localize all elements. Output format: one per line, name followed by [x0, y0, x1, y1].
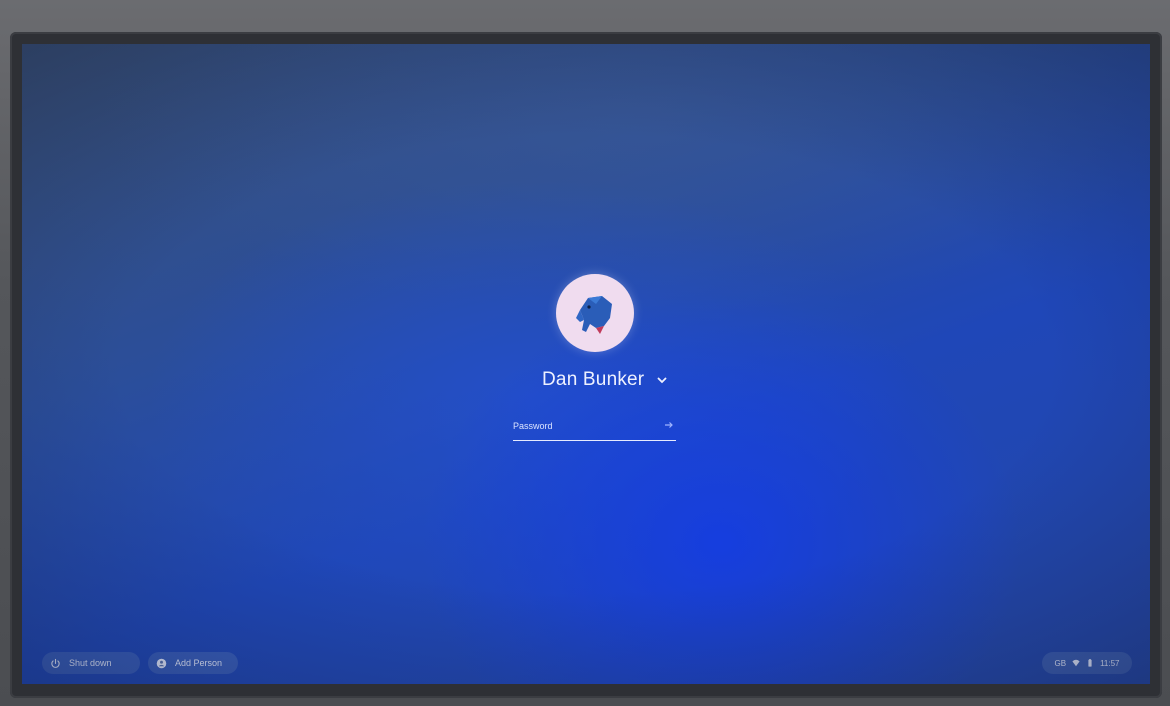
login-panel: Dan Bunker	[22, 44, 1150, 684]
keyboard-layout: GB	[1054, 658, 1067, 668]
power-icon	[51, 658, 60, 668]
shutdown-button[interactable]: Shut down	[42, 652, 140, 674]
password-field[interactable]	[513, 414, 676, 441]
status-tray[interactable]: GB 11:57	[1042, 652, 1132, 674]
user-avatar[interactable]	[556, 274, 634, 352]
chevron-down-icon[interactable]	[656, 374, 668, 386]
password-input[interactable]	[513, 416, 653, 436]
elephant-avatar-icon	[576, 296, 612, 334]
add-person-icon	[156, 658, 167, 668]
battery-icon	[1088, 659, 1092, 667]
lock-screen: Dan Bunker Shut down Add Person GB 11:57	[22, 44, 1150, 684]
clock: 11:57	[1100, 658, 1120, 668]
arrow-right-icon[interactable]	[664, 420, 674, 430]
add-person-label: Add Person	[175, 658, 223, 668]
add-person-button[interactable]: Add Person	[148, 652, 238, 674]
user-name: Dan Bunker	[542, 369, 645, 390]
shutdown-label: Shut down	[69, 658, 112, 668]
wifi-icon	[1072, 659, 1080, 667]
user-selector[interactable]: Dan Bunker	[542, 366, 668, 394]
